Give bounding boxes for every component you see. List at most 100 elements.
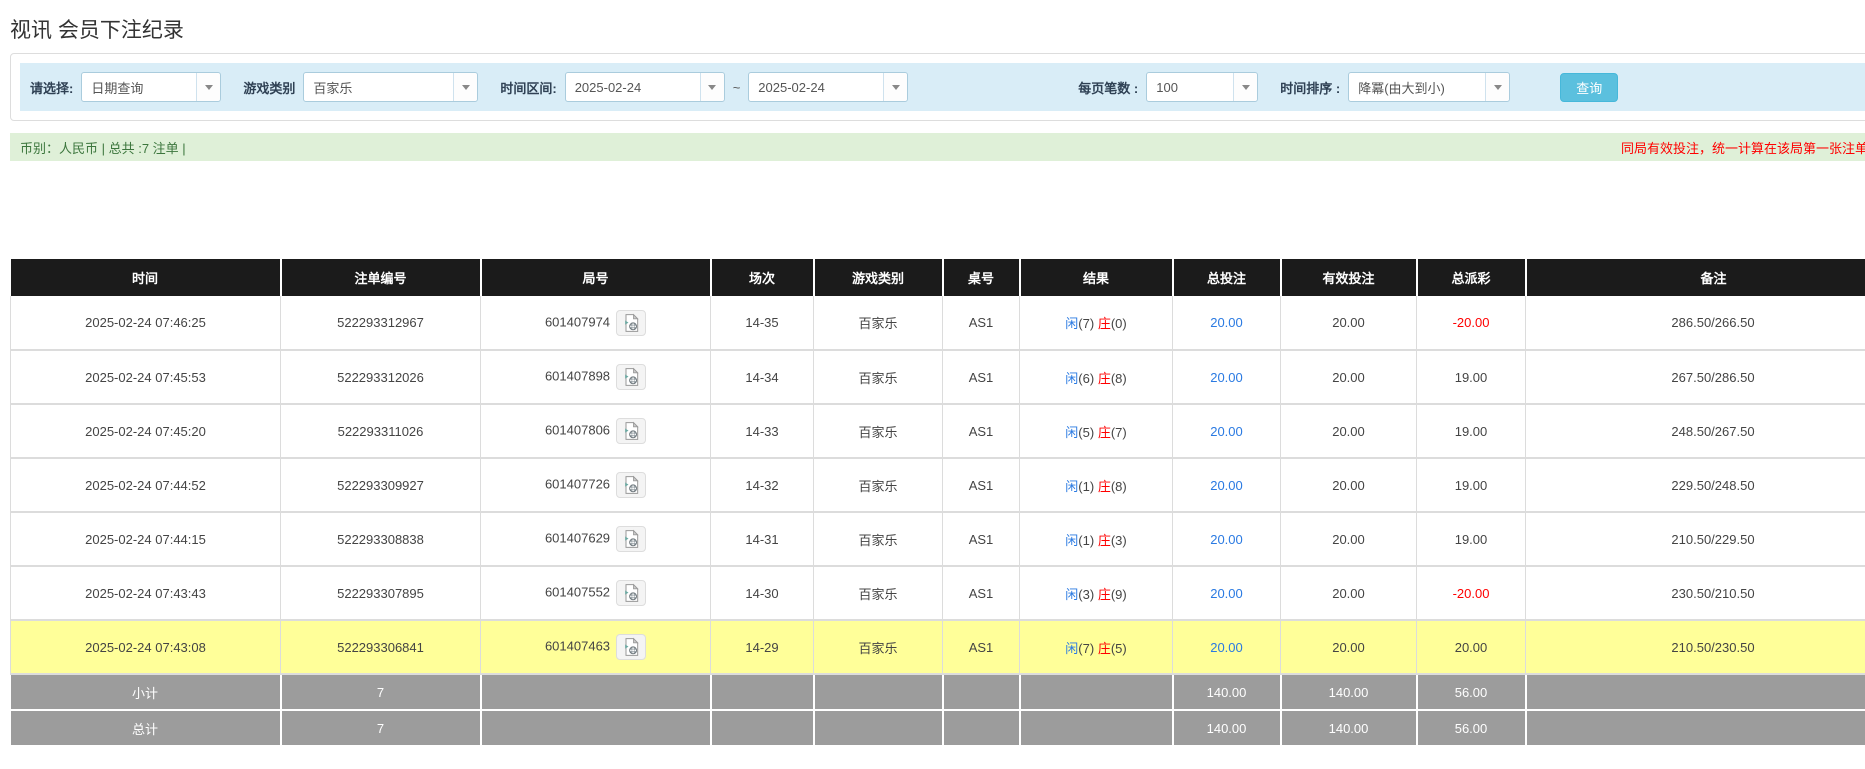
video-record-icon[interactable]: [616, 526, 646, 552]
cell-result: 闲(1) 庄(3): [1020, 512, 1173, 566]
cell-note: 229.50/248.50: [1526, 458, 1865, 512]
subtotal-count: 7: [281, 674, 481, 710]
chevron-down-icon[interactable]: [1233, 73, 1257, 101]
game-type-label: 游戏类别: [243, 78, 295, 97]
cell-result: 闲(6) 庄(8): [1020, 350, 1173, 404]
table-row[interactable]: 2025-02-24 07:44:15 522293308838 6014076…: [11, 512, 1865, 566]
game-type-select[interactable]: 百家乐: [303, 72, 478, 102]
table-row[interactable]: 2025-02-24 07:43:08 522293306841 6014074…: [11, 620, 1865, 674]
bet-records-table: 时间注单编号局号场次游戏类别桌号结果总投注有效投注总派彩备注 2025-02-2…: [10, 259, 1865, 747]
result-banker-points: (8): [1111, 371, 1127, 386]
result-banker-label: 庄: [1098, 533, 1111, 548]
cell-game-type: 百家乐: [814, 404, 943, 458]
cell-payout: 19.00: [1417, 404, 1526, 458]
cell-game-type: 百家乐: [814, 512, 943, 566]
subtotal-total-bet: 140.00: [1173, 674, 1281, 710]
query-type-select[interactable]: 日期查询: [81, 72, 221, 102]
cell-game-type: 百家乐: [814, 296, 943, 350]
cell-table-no: AS1: [943, 566, 1020, 620]
table-row[interactable]: 2025-02-24 07:45:53 522293312026 6014078…: [11, 350, 1865, 404]
video-record-icon[interactable]: [616, 418, 646, 444]
table-row[interactable]: 2025-02-24 07:43:43 522293307895 6014075…: [11, 566, 1865, 620]
chevron-down-icon[interactable]: [1485, 73, 1509, 101]
time-range-label: 时间区间:: [500, 78, 556, 97]
cell-game-type: 百家乐: [814, 458, 943, 512]
cell-round: 601407629: [481, 512, 711, 566]
date-to-value[interactable]: 2025-02-24: [749, 73, 883, 101]
cell-table-no: AS1: [943, 404, 1020, 458]
result-player-points: (1): [1078, 533, 1094, 548]
round-number: 601407806: [545, 422, 610, 437]
query-type-value[interactable]: 日期查询: [82, 73, 196, 101]
table-header-row: 时间注单编号局号场次游戏类别桌号结果总投注有效投注总派彩备注: [11, 259, 1865, 296]
date-from-select[interactable]: 2025-02-24: [565, 72, 725, 102]
cell-bet-id: 522293307895: [281, 566, 481, 620]
summary-info-bar: 币别：人民币 | 总共 :7 注单 | 同局有效投注，统一计算在该局第一张注单: [10, 133, 1865, 161]
result-player-points: (3): [1078, 587, 1094, 602]
cell-game-type: 百家乐: [814, 350, 943, 404]
cell-time: 2025-02-24 07:43:08: [11, 620, 281, 674]
date-from-value[interactable]: 2025-02-24: [566, 73, 700, 101]
total-row: 总计 7 140.00 140.00 56.00: [11, 710, 1865, 746]
chevron-down-icon[interactable]: [883, 73, 907, 101]
date-to-select[interactable]: 2025-02-24: [748, 72, 908, 102]
cell-table-no: AS1: [943, 350, 1020, 404]
video-record-icon[interactable]: [616, 364, 646, 390]
table-row[interactable]: 2025-02-24 07:45:20 522293311026 6014078…: [11, 404, 1865, 458]
cell-note: 267.50/286.50: [1526, 350, 1865, 404]
cell-time: 2025-02-24 07:46:25: [11, 296, 281, 350]
cell-session: 14-32: [711, 458, 814, 512]
video-record-icon[interactable]: [616, 634, 646, 660]
cell-game-type: 百家乐: [814, 566, 943, 620]
cell-bet-id: 522293309927: [281, 458, 481, 512]
time-sort-label: 时间排序 :: [1280, 78, 1340, 97]
round-number: 601407463: [545, 638, 610, 653]
column-header: 局号: [481, 259, 711, 296]
query-type-label: 请选择:: [30, 78, 73, 97]
cell-bet-id: 522293308838: [281, 512, 481, 566]
cell-note: 230.50/210.50: [1526, 566, 1865, 620]
result-player-label: 闲: [1065, 641, 1078, 656]
result-player-points: (7): [1078, 641, 1094, 656]
cell-result: 闲(7) 庄(5): [1020, 620, 1173, 674]
cell-total-bet: 20.00: [1173, 512, 1281, 566]
chevron-down-icon[interactable]: [196, 73, 220, 101]
time-sort-select[interactable]: 降冪(由大到小): [1348, 72, 1510, 102]
valid-bet-notice-text: 同局有效投注，统一计算在该局第一张注单: [1621, 138, 1865, 157]
cell-session: 14-35: [711, 296, 814, 350]
page-size-label: 每页笔数 :: [1078, 78, 1138, 97]
table-row[interactable]: 2025-02-24 07:46:25 522293312967 6014079…: [11, 296, 1865, 350]
cell-round: 601407463: [481, 620, 711, 674]
filter-panel: 请选择: 日期查询 游戏类别 百家乐 时间区间: 2025-02-24 ~ 20…: [10, 53, 1865, 121]
page-size-select[interactable]: 100: [1146, 72, 1258, 102]
column-header: 总投注: [1173, 259, 1281, 296]
cell-round: 601407552: [481, 566, 711, 620]
filter-bar: 请选择: 日期查询 游戏类别 百家乐 时间区间: 2025-02-24 ~ 20…: [20, 63, 1865, 111]
result-banker-label: 庄: [1098, 641, 1111, 656]
video-record-icon[interactable]: [616, 310, 646, 336]
round-number: 601407974: [545, 314, 610, 329]
column-header: 有效投注: [1281, 259, 1417, 296]
game-type-value[interactable]: 百家乐: [304, 73, 453, 101]
video-record-icon[interactable]: [616, 580, 646, 606]
cell-bet-id: 522293312967: [281, 296, 481, 350]
cell-total-bet: 20.00: [1173, 620, 1281, 674]
result-banker-label: 庄: [1098, 587, 1111, 602]
column-header: 时间: [11, 259, 281, 296]
result-player-label: 闲: [1065, 371, 1078, 386]
cell-payout: -20.00: [1417, 566, 1526, 620]
time-sort-value[interactable]: 降冪(由大到小): [1349, 73, 1485, 101]
search-button[interactable]: 查询: [1560, 73, 1618, 102]
table-row[interactable]: 2025-02-24 07:44:52 522293309927 6014077…: [11, 458, 1865, 512]
cell-valid-bet: 20.00: [1281, 404, 1417, 458]
cell-payout: 19.00: [1417, 458, 1526, 512]
chevron-down-icon[interactable]: [453, 73, 477, 101]
cell-time: 2025-02-24 07:44:15: [11, 512, 281, 566]
result-player-label: 闲: [1065, 587, 1078, 602]
page-size-value[interactable]: 100: [1147, 73, 1233, 101]
video-record-icon[interactable]: [616, 472, 646, 498]
chevron-down-icon[interactable]: [700, 73, 724, 101]
result-banker-points: (7): [1111, 425, 1127, 440]
cell-table-no: AS1: [943, 296, 1020, 350]
round-number: 601407552: [545, 584, 610, 599]
